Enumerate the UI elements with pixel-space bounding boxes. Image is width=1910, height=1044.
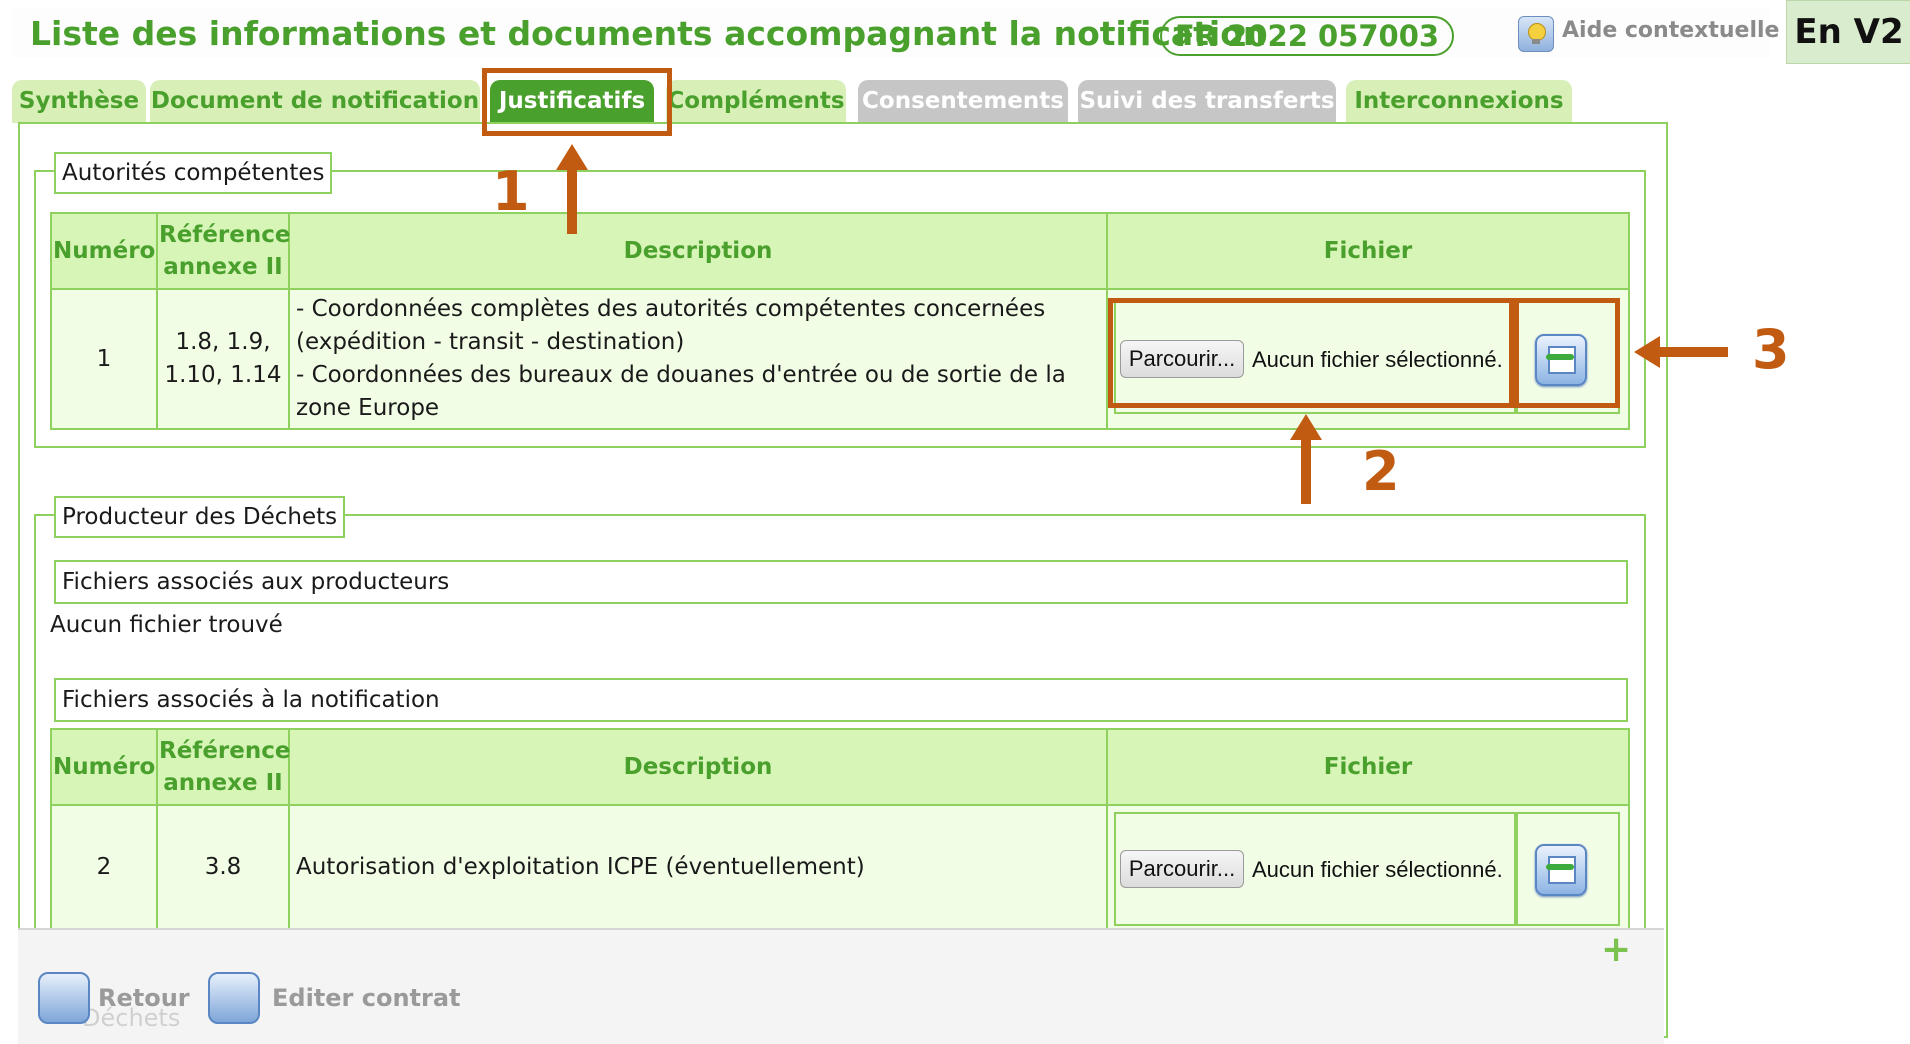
tab-synthese[interactable]: Synthèse (12, 80, 146, 123)
notification-files-bar: Fichiers associés à la notification (54, 678, 1628, 722)
column-header-description: Description (288, 212, 1108, 290)
reference-line2: annexe II (163, 254, 283, 280)
annotation-box-1 (482, 68, 672, 136)
page-title: Liste des informations et documents acco… (30, 14, 1267, 53)
edit-contract-button[interactable]: Editer contrat (272, 984, 461, 1012)
tab-consentements: Consentements (858, 80, 1068, 123)
reference-line1: Référence (159, 738, 291, 764)
no-file-found: Aucun fichier trouvé (50, 612, 283, 638)
annotation-arrow-2-head (1290, 414, 1322, 440)
column-header-reference: Référence annexe II (156, 212, 291, 290)
cell-numero: 2 (50, 804, 158, 930)
annotation-arrow-2-shaft (1301, 438, 1311, 504)
reference-line2: annexe II (163, 770, 283, 796)
annotation-box-2 (1108, 298, 1514, 408)
cell-description: Autorisation d'exploitation ICPE (éventu… (288, 804, 1108, 930)
annotation-arrow-1-head (556, 144, 588, 170)
column-header-fichier: Fichier (1106, 728, 1630, 806)
lightbulb-icon[interactable] (1518, 16, 1554, 52)
annotation-number-2: 2 (1362, 440, 1400, 503)
column-header-description: Description (288, 728, 1108, 806)
tab-document-notification[interactable]: Document de notification (150, 80, 480, 123)
autorites-legend: Autorités compétentes (54, 152, 333, 194)
table-header-row: Numéro Référence annexe II Description Fi… (50, 212, 1630, 290)
ref-line1: 1.8, 1.9, (175, 329, 271, 355)
reference-line1: Référence (159, 222, 291, 248)
annotation-arrow-1-shaft (567, 168, 577, 234)
annotation-arrow-3-shaft (1656, 347, 1728, 357)
back-icon[interactable] (38, 972, 90, 1024)
cell-numero: 1 (50, 288, 158, 430)
desc-line4: zone Europe (296, 395, 440, 421)
desc-line2: (expédition - transit - destination) (296, 329, 685, 355)
help-link[interactable]: Aide contextuelle (1562, 18, 1779, 43)
table-header-row: Numéro Référence annexe II Description Fi… (50, 728, 1630, 806)
column-header-reference: Référence annexe II (156, 728, 291, 806)
print-icon[interactable] (208, 972, 260, 1024)
annotation-box-3 (1514, 298, 1620, 408)
desc-line1: - Coordonnées complètes des autorités co… (296, 296, 1046, 322)
cell-reference: 1.8, 1.9, 1.10, 1.14 (156, 288, 290, 430)
back-button[interactable]: Retour (98, 984, 190, 1012)
browse-button[interactable]: Parcourir... (1120, 850, 1244, 888)
ref-line2: 1.10, 1.14 (164, 362, 282, 388)
cell-reference: 3.8 (156, 804, 290, 930)
tab-complements[interactable]: Compléments (666, 80, 846, 123)
tab-interconnexions[interactable]: Interconnexions (1346, 80, 1572, 123)
upload-icon[interactable] (1535, 844, 1587, 896)
producers-files-bar: Fichiers associés aux producteurs (54, 560, 1628, 604)
plus-icon[interactable]: + (1601, 932, 1631, 968)
column-header-numero: Numéro (50, 212, 158, 290)
desc-line3: - Coordonnées des bureaux de douanes d'e… (296, 362, 1066, 388)
column-header-numero: Numéro (50, 728, 158, 806)
annotation-number-1: 1 (492, 160, 530, 223)
notification-number-badge: FR 2022 057003 (1160, 16, 1454, 56)
footer-toolbar (18, 928, 1664, 1044)
annotation-number-3: 3 (1752, 318, 1790, 381)
version-tag: En V2 (1786, 0, 1910, 64)
cell-description: - Coordonnées complètes des autorités co… (288, 288, 1108, 430)
tab-suivi-transferts: Suivi des transferts (1078, 80, 1336, 123)
producteur-legend: Producteur des Déchets (54, 496, 346, 538)
column-header-fichier: Fichier (1106, 212, 1630, 290)
file-status: Aucun fichier sélectionné. (1252, 857, 1503, 882)
